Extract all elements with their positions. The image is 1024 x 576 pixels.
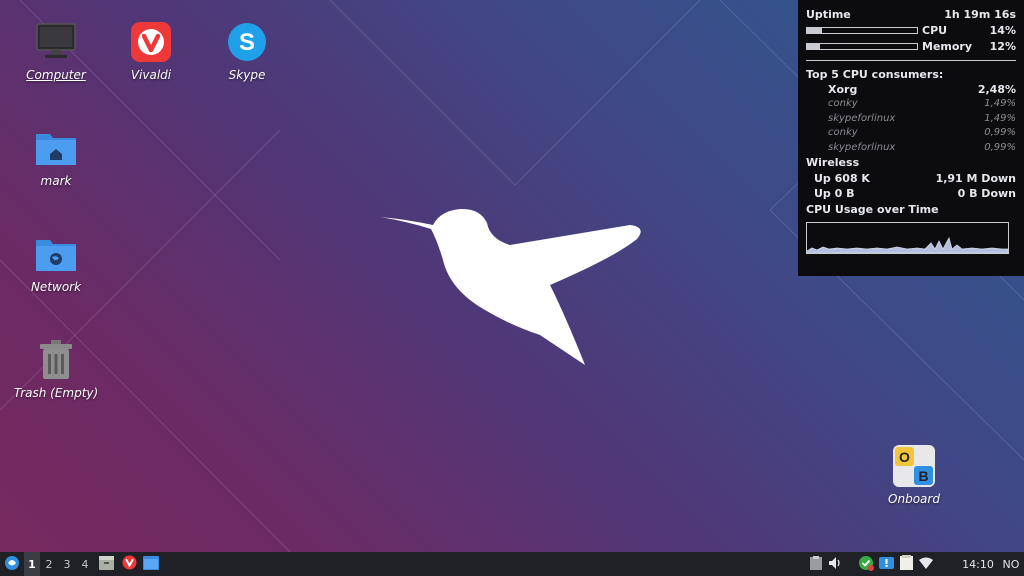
process-name: skypeforlinux bbox=[828, 112, 896, 124]
svg-text:S: S bbox=[239, 29, 255, 56]
desktop-icon-label: Trash (Empty) bbox=[13, 386, 99, 400]
uptime-value: 1h 19m 16s bbox=[944, 7, 1016, 21]
memory-bar-fill bbox=[807, 43, 821, 49]
net-row: Up 0 B 0 B Down bbox=[806, 186, 1016, 202]
net-up: Up 608 K bbox=[814, 171, 870, 185]
process-name: conky bbox=[828, 127, 858, 139]
process-row: conky 0,99% bbox=[806, 126, 1016, 141]
clipboard-tray-button[interactable] bbox=[806, 552, 826, 576]
keyboard-layout-indicator[interactable]: NO bbox=[998, 552, 1024, 576]
desktop-icon-label: Onboard bbox=[888, 492, 940, 506]
desktop-icon-home-folder[interactable]: mark bbox=[14, 126, 98, 188]
desktop-icon-label: Computer bbox=[26, 68, 86, 82]
file-manager-icon bbox=[98, 555, 114, 573]
workspace-1[interactable]: 1 bbox=[24, 552, 40, 576]
net-down: 0 B Down bbox=[957, 187, 1016, 201]
info-icon bbox=[878, 555, 894, 573]
desktop-icon-label: Vivaldi bbox=[130, 68, 172, 82]
clipboard-icon bbox=[810, 555, 822, 573]
cpu-bar bbox=[806, 26, 918, 34]
wireless-label: Wireless bbox=[806, 156, 860, 169]
desktop-icon-onboard[interactable]: O B Onboard bbox=[872, 444, 956, 506]
window-icon bbox=[143, 555, 159, 573]
desktop-icon-label: Network bbox=[30, 280, 82, 294]
taskbar: 1 2 3 4 14:10 NO bbox=[0, 552, 1024, 576]
volume-tray-button[interactable] bbox=[826, 552, 846, 576]
file-manager-launcher[interactable] bbox=[94, 552, 118, 576]
process-row: conky 1,49% bbox=[806, 97, 1016, 112]
desktop-icon-network[interactable]: Network bbox=[14, 232, 98, 294]
notes-tray-button[interactable] bbox=[896, 552, 916, 576]
process-value: 2,48% bbox=[977, 82, 1016, 96]
process-value: 1,49% bbox=[984, 98, 1016, 110]
process-value: 1,49% bbox=[984, 112, 1016, 124]
wifi-icon bbox=[919, 557, 933, 572]
distro-logo-icon bbox=[4, 555, 20, 574]
conky-system-monitor: Uptime 1h 19m 16s CPU 14% Memory 12% Top… bbox=[798, 0, 1024, 276]
memory-bar bbox=[806, 42, 918, 50]
desktop-icon-label: mark bbox=[40, 174, 72, 188]
process-value: 0,99% bbox=[984, 127, 1016, 139]
speaker-icon bbox=[829, 556, 843, 572]
cpu-usage-graph bbox=[806, 221, 1009, 254]
divider bbox=[806, 60, 1016, 61]
desktop-icon-label: Skype bbox=[228, 68, 266, 82]
uptime-label: Uptime bbox=[806, 7, 851, 21]
notes-icon bbox=[899, 555, 913, 573]
top-title-row: Top 5 CPU consumers: bbox=[806, 66, 1016, 82]
desktop-icon-computer[interactable]: Computer bbox=[14, 20, 98, 82]
start-menu-button[interactable] bbox=[0, 552, 24, 576]
process-row: Xorg 2,48% bbox=[806, 82, 1016, 97]
net-row: Up 608 K 1,91 M Down bbox=[806, 171, 1016, 187]
network-folder-icon bbox=[34, 232, 78, 276]
memory-label: Memory bbox=[922, 39, 973, 53]
memory-value: 12% bbox=[989, 39, 1016, 53]
process-name: skypeforlinux bbox=[828, 141, 896, 153]
skype-icon: S bbox=[225, 20, 269, 64]
process-row: skypeforlinux 0,99% bbox=[806, 140, 1016, 155]
process-name: Xorg bbox=[828, 82, 858, 96]
notification-tray-button[interactable] bbox=[876, 552, 896, 576]
desktop-icon-vivaldi[interactable]: Vivaldi bbox=[109, 20, 193, 82]
hummingbird-logo bbox=[380, 208, 641, 365]
computer-icon bbox=[34, 20, 78, 64]
top-cpu-title: Top 5 CPU consumers: bbox=[806, 67, 944, 81]
net-down: 1,91 M Down bbox=[935, 171, 1016, 185]
wireless-row: Wireless bbox=[806, 155, 1016, 171]
desktop-icon-skype[interactable]: S Skype bbox=[205, 20, 289, 82]
clock[interactable]: 14:10 bbox=[958, 552, 998, 576]
update-check-icon bbox=[858, 555, 874, 574]
vivaldi-icon bbox=[122, 555, 137, 573]
uptime-row: Uptime 1h 19m 16s bbox=[806, 6, 1016, 22]
cpu-value: 14% bbox=[989, 23, 1016, 37]
show-desktop-button[interactable] bbox=[140, 552, 162, 576]
workspace-3[interactable]: 3 bbox=[58, 552, 76, 576]
vivaldi-icon bbox=[129, 20, 173, 64]
wifi-tray-button[interactable] bbox=[916, 552, 936, 576]
workspace-2[interactable]: 2 bbox=[40, 552, 58, 576]
cpu-graph-title: CPU Usage over Time bbox=[806, 203, 939, 216]
svg-text:O: O bbox=[899, 449, 910, 465]
graph-title-row: CPU Usage over Time bbox=[806, 202, 1016, 218]
desktop-icon-trash[interactable]: Trash (Empty) bbox=[14, 338, 98, 400]
update-tray-button[interactable] bbox=[856, 552, 876, 576]
trash-icon bbox=[34, 338, 78, 382]
cpu-row: CPU 14% bbox=[806, 22, 1016, 38]
workspace-4[interactable]: 4 bbox=[76, 552, 94, 576]
net-up: Up 0 B bbox=[814, 187, 855, 201]
vivaldi-launcher[interactable] bbox=[118, 552, 140, 576]
onboard-icon: O B bbox=[892, 444, 936, 488]
process-name: conky bbox=[828, 98, 858, 110]
home-folder-icon bbox=[34, 126, 78, 170]
process-value: 0,99% bbox=[984, 141, 1016, 153]
memory-row: Memory 12% bbox=[806, 38, 1016, 54]
cpu-label: CPU bbox=[922, 23, 948, 37]
cpu-bar-fill bbox=[807, 27, 823, 33]
svg-text:B: B bbox=[918, 468, 928, 484]
process-row: skypeforlinux 1,49% bbox=[806, 111, 1016, 126]
